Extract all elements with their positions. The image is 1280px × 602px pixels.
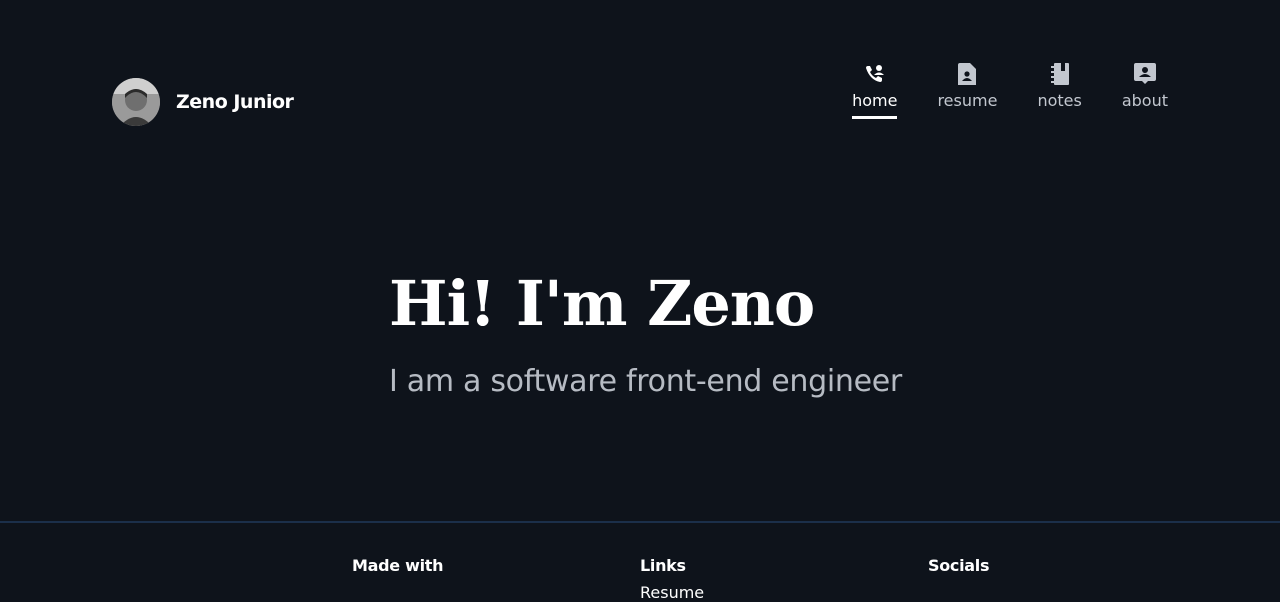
footer-col-links: Links Resume — [640, 556, 704, 602]
nav-label-notes: notes — [1037, 91, 1082, 110]
active-indicator — [852, 116, 898, 119]
nav-item-resume[interactable]: resume — [937, 62, 997, 119]
footer-heading-socials: Socials — [928, 556, 990, 575]
nav-underline — [1122, 116, 1168, 119]
footer-heading-links: Links — [640, 556, 686, 575]
main-nav: home resume notes about — [852, 62, 1168, 119]
notebook-icon — [1049, 62, 1071, 86]
contact-card-icon — [1133, 62, 1156, 86]
footer-col-made-with: Made with — [352, 556, 444, 575]
brand-name: Zeno Junior — [176, 91, 294, 113]
nav-item-about[interactable]: about — [1122, 62, 1168, 119]
nav-item-notes[interactable]: notes — [1037, 62, 1082, 119]
nav-label-home: home — [852, 91, 898, 110]
avatar — [112, 78, 160, 126]
hero-section: Hi! I'm Zeno I am a software front-end e… — [389, 262, 949, 402]
hero-title: Hi! I'm Zeno — [389, 267, 815, 340]
nav-underline — [937, 116, 997, 119]
nav-item-home[interactable]: home — [852, 62, 898, 119]
nav-label-resume: resume — [937, 91, 998, 110]
hero-subtitle: I am a software front-end engineer — [389, 364, 902, 399]
document-person-icon — [956, 62, 978, 86]
phone-person-icon — [864, 62, 886, 86]
footer-heading-made-with: Made with — [352, 556, 444, 575]
site-header: Zeno Junior home resume notes about — [0, 0, 1280, 150]
footer-col-socials: Socials — [928, 556, 990, 575]
footer-link-resume[interactable]: Resume — [640, 583, 704, 602]
nav-label-about: about — [1121, 91, 1168, 110]
nav-underline — [1037, 116, 1081, 119]
brand-link[interactable]: Zeno Junior — [112, 78, 294, 126]
site-footer: Made with Links Resume Socials — [0, 523, 1280, 602]
